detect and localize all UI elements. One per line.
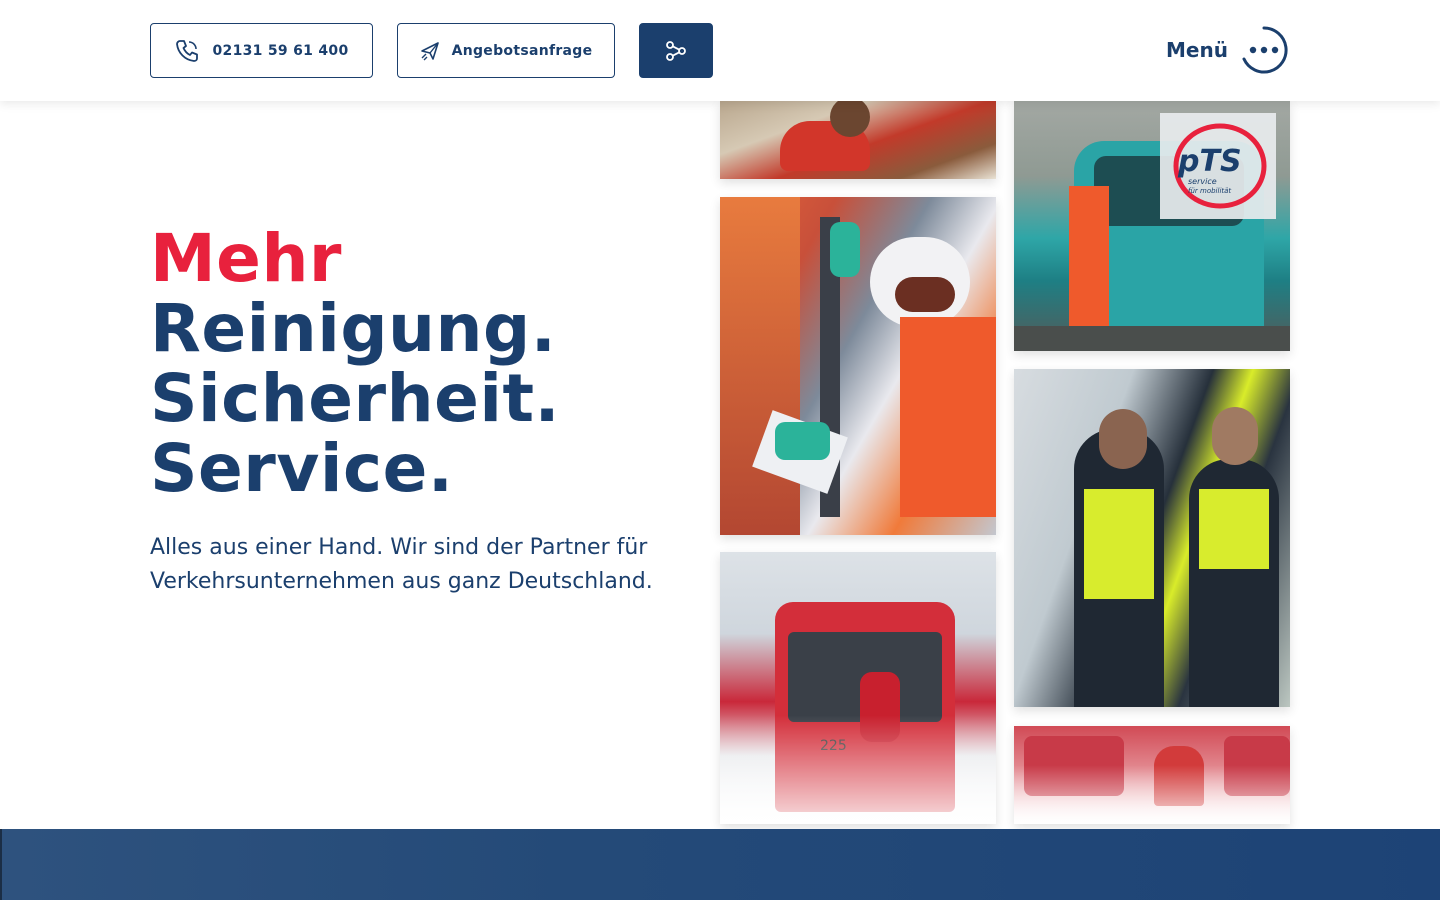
pts-logo: pTS service für mobilität [1160,113,1276,219]
photo-worker-cleaning-ceiling [720,101,996,179]
headline-line-security: Sicherheit. [150,360,561,437]
footer-band [0,829,1440,900]
phone-button[interactable]: 02131 59 61 400 [150,23,373,78]
headline-line-service: Service. [150,430,454,507]
share-icon [665,40,687,62]
page: 02131 59 61 400 Angebotsanfrage Menü Meh… [0,0,1440,900]
paper-plane-icon [420,41,440,61]
menu-toggle[interactable]: Menü [1166,26,1288,74]
offer-request-label: Angebotsanfrage [451,42,593,59]
phone-icon [174,38,200,64]
photo-bus-in-wash-bay: 225 [720,552,996,824]
svg-text:service: service [1188,177,1217,186]
phone-number: 02131 59 61 400 [212,42,349,59]
headline-line-more: Mehr [150,220,342,297]
photo-worker-wiping-window [720,197,996,535]
svg-text:pTS: pTS [1177,144,1242,179]
site-header: 02131 59 61 400 Angebotsanfrage Menü [0,0,1440,101]
hero-lead-text: Alles aus einer Hand. Wir sind der Partn… [150,535,653,594]
photo-security-staff [1014,369,1290,707]
menu-label: Menü [1166,38,1228,62]
share-button[interactable] [639,23,713,78]
menu-dots-icon [1240,26,1288,74]
headline-line-cleaning: Reinigung. [150,290,557,367]
hero-headline: Mehr Reinigung. Sicherheit. Service. [150,224,560,504]
svg-text:für mobilität: für mobilität [1188,187,1231,195]
photo-train-interior-cleaning [1014,726,1290,824]
offer-request-button[interactable]: Angebotsanfrage [397,23,615,78]
